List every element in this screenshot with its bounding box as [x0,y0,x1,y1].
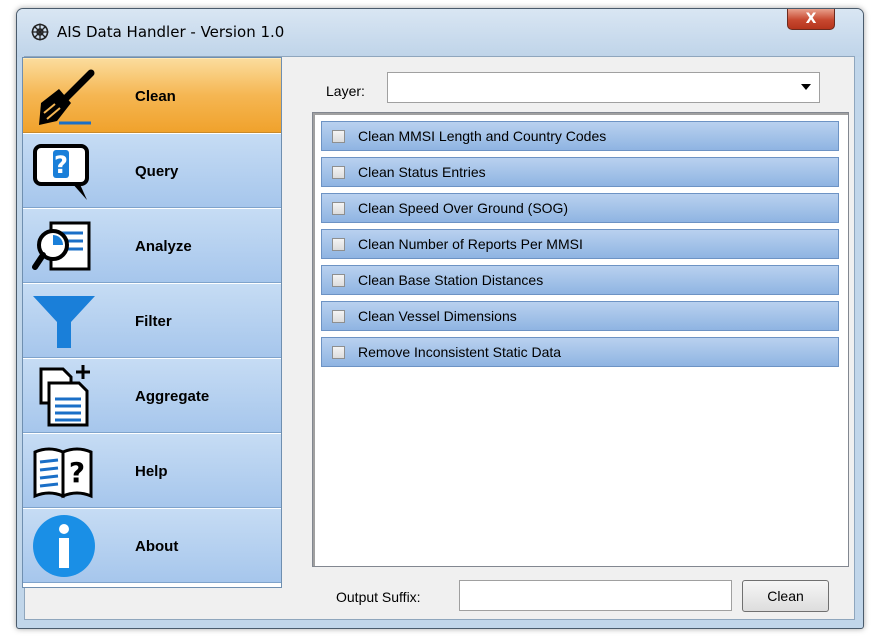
output-suffix-input[interactable] [459,580,732,611]
list-item[interactable]: Remove Inconsistent Static Data [321,337,839,367]
close-button[interactable]: X [787,9,835,30]
title-bar[interactable]: AIS Data Handler - Version 1.0 X [17,9,863,57]
checkbox-label: Clean Speed Over Ground (SOG) [358,200,569,216]
document-add-icon [39,365,90,427]
sidebar-item-label: About [135,538,179,555]
sidebar: Clean ? Query Analyze Filter Aggregate ?… [22,57,282,588]
sidebar-item-aggregate[interactable]: Aggregate [23,358,281,433]
list-item[interactable]: Clean Base Station Distances [321,265,839,295]
sidebar-item-label: Analyze [135,238,192,255]
close-icon: X [805,11,817,27]
checkbox-label: Clean Base Station Distances [358,272,544,288]
checkbox-label: Clean Status Entries [358,164,486,180]
sidebar-item-label: Clean [135,88,176,105]
window-title: AIS Data Handler - Version 1.0 [57,23,285,41]
checkbox-label: Clean Vessel Dimensions [358,308,517,324]
broom-icon [39,69,95,125]
checkbox[interactable] [332,130,345,143]
funnel-icon [33,296,95,348]
checkbox-label: Remove Inconsistent Static Data [358,344,562,360]
sidebar-item-label: Filter [135,313,172,330]
magnifier-chart-icon [32,221,91,271]
checkbox[interactable] [332,310,345,323]
clean-button[interactable]: Clean [742,580,829,612]
list-item[interactable]: Clean Number of Reports Per MMSI [321,229,839,259]
sidebar-item-label: Query [135,163,179,180]
clean-options-list: Clean MMSI Length and Country Codes Clea… [312,112,849,567]
info-icon [33,515,95,577]
checkbox-label: Clean Number of Reports Per MMSI [358,236,583,252]
output-suffix-label: Output Suffix: [336,589,421,605]
checkbox[interactable] [332,166,345,179]
sidebar-item-label: Help [135,463,168,480]
checkbox[interactable] [332,202,345,215]
book-help-icon: ? [33,447,93,499]
list-item[interactable]: Clean Status Entries [321,157,839,187]
sidebar-item-help[interactable]: ? Help [23,433,281,508]
checkbox[interactable] [332,346,345,359]
list-item[interactable]: Clean Vessel Dimensions [321,301,839,331]
sidebar-item-analyze[interactable]: Analyze [23,208,281,283]
chevron-down-icon[interactable] [801,84,811,90]
svg-text:?: ? [69,456,85,489]
list-item[interactable]: Clean MMSI Length and Country Codes [321,121,839,151]
checkbox[interactable] [332,238,345,251]
list-item[interactable]: Clean Speed Over Ground (SOG) [321,193,839,223]
sidebar-item-label: Aggregate [135,388,210,405]
checkbox[interactable] [332,274,345,287]
sidebar-item-about[interactable]: About [23,508,281,583]
sidebar-item-clean[interactable]: Clean [23,58,281,133]
sidebar-item-query[interactable]: ? Query [23,133,281,208]
ships-wheel-icon [31,23,49,41]
sidebar-item-filter[interactable]: Filter [23,283,281,358]
checkbox-label: Clean MMSI Length and Country Codes [358,128,607,144]
question-bubble-icon: ? [33,144,89,200]
layer-dropdown[interactable] [387,72,820,103]
layer-label: Layer: [326,83,365,99]
svg-text:?: ? [54,151,68,179]
